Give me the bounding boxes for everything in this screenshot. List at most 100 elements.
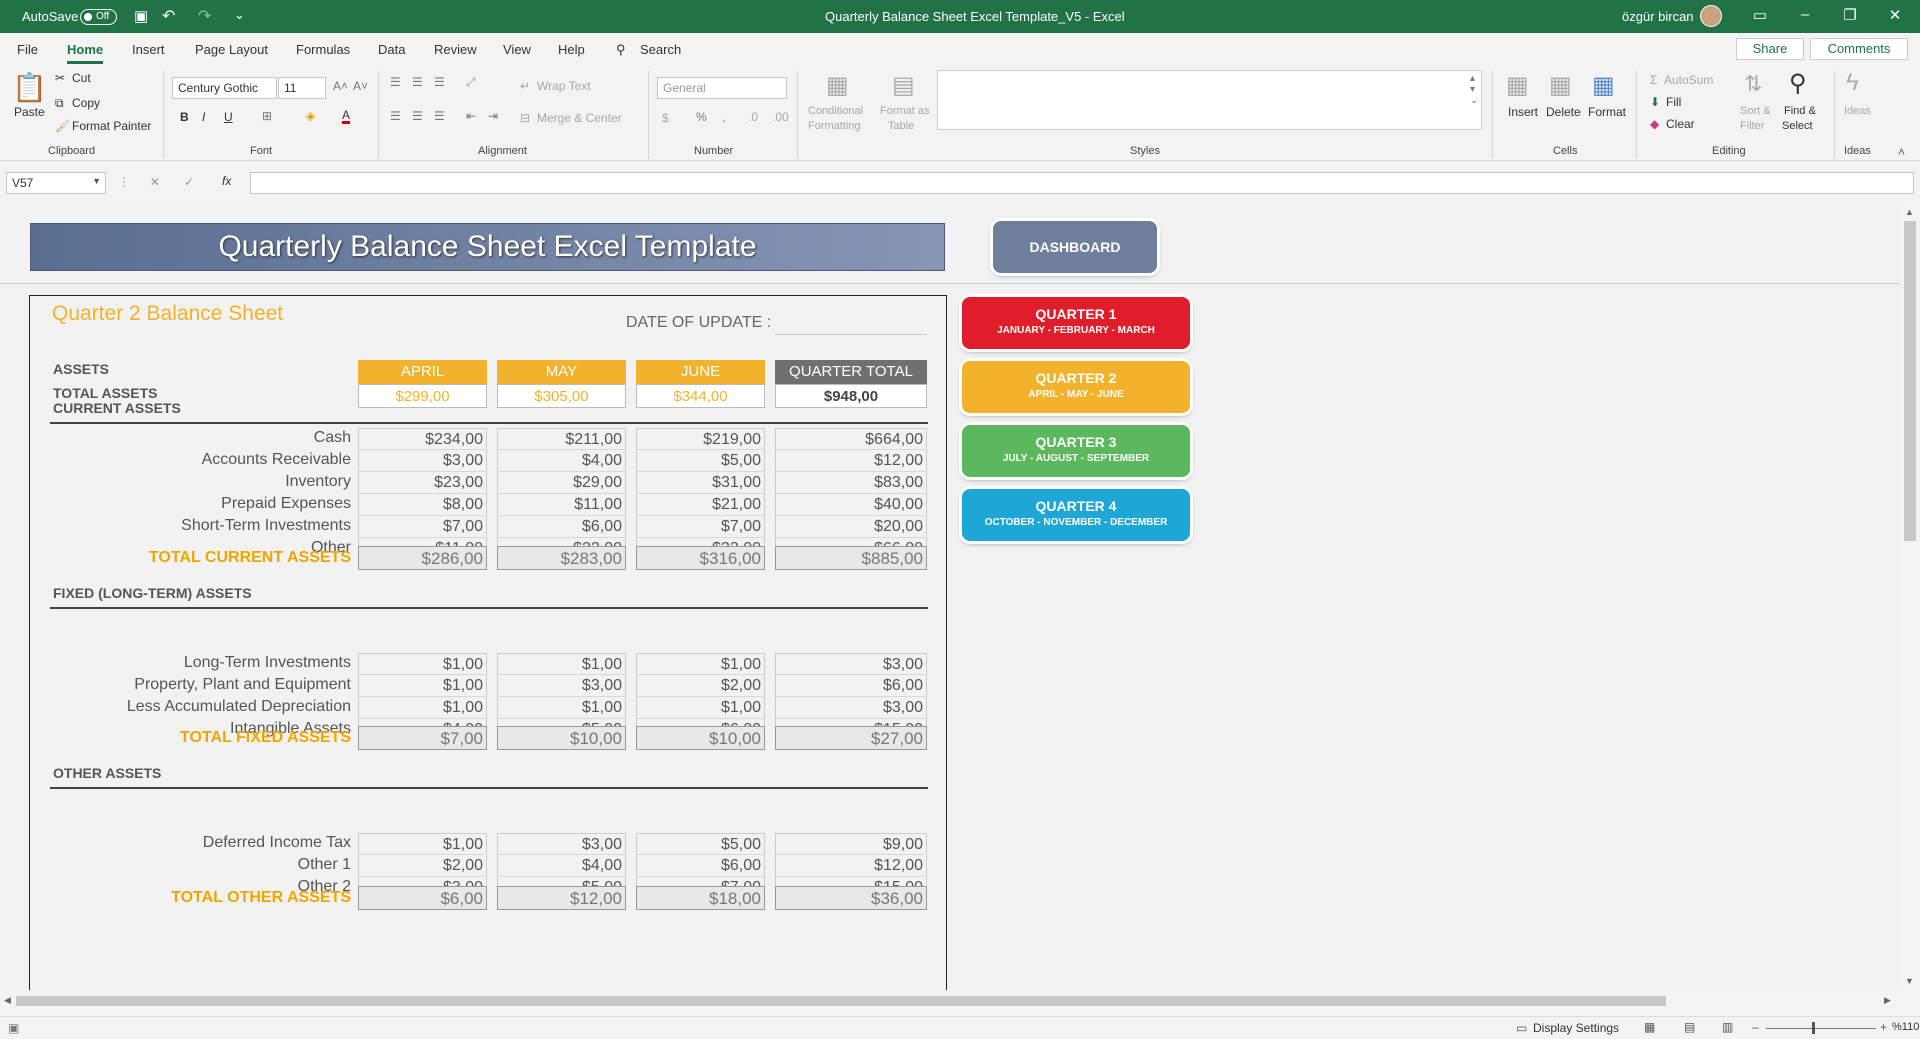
current-assets-cell[interactable]: $83,00 [775,472,927,494]
current-assets-cell[interactable]: $12,00 [775,450,927,472]
tab-data[interactable]: Data [378,42,405,57]
scroll-up-icon[interactable]: ▲ [1905,207,1914,217]
current-assets-cell[interactable]: $8,00 [358,494,487,516]
minimize-icon[interactable]: – [1790,6,1820,23]
tab-page-layout[interactable]: Page Layout [195,42,268,57]
current-assets-cell[interactable]: $4,00 [497,450,626,472]
sort-filter-label-2[interactable]: Filter [1740,120,1764,132]
dashboard-button[interactable]: DASHBOARD [993,221,1157,273]
fixed-assets-cell[interactable]: $3,00 [775,653,927,675]
quarter-2-button[interactable]: QUARTER 2 APRIL - MAY - JUNE [962,361,1190,413]
scroll-right-icon[interactable]: ▶ [1884,995,1891,1006]
align-right-icon[interactable]: ☰ [434,109,445,123]
align-top-icon[interactable]: ☰ [390,75,401,89]
merge-icon[interactable]: ⊟ [520,111,530,125]
cancel-formula-icon[interactable]: ✕ [150,175,160,189]
format-painter-icon[interactable]: 🖌 [55,119,70,133]
vertical-scroll-thumb[interactable] [1904,221,1916,541]
delete-cells-icon[interactable]: ▦ [1549,71,1572,100]
currency-icon[interactable]: $ [662,111,669,125]
other-assets-cell[interactable]: $5,00 [636,833,765,855]
font-name-select[interactable]: Century Gothic [172,77,277,99]
align-bottom-icon[interactable]: ☰ [434,75,445,89]
fixed-assets-total-cell[interactable]: $27,00 [775,726,927,750]
avatar[interactable] [1700,5,1722,27]
underline-icon[interactable]: U [224,110,233,124]
align-left-icon[interactable]: ☰ [390,109,401,123]
other-assets-cell[interactable]: $1,00 [358,833,487,855]
redo-icon[interactable]: ↷ [198,6,211,26]
zoom-level[interactable]: %110 [1892,1021,1919,1033]
formula-bar-menu-icon[interactable]: ⋮ [118,175,130,189]
comments-button[interactable]: Comments [1810,38,1908,60]
total-assets-may[interactable]: $305,00 [497,384,626,408]
other-assets-cell[interactable]: $3,00 [497,833,626,855]
cut-button[interactable]: Cut [72,71,91,85]
fill-color-icon[interactable]: ◈ [306,109,315,123]
wrap-text-icon[interactable]: ↵ [520,79,530,93]
sort-filter-label[interactable]: Sort & [1740,105,1771,117]
name-box[interactable]: V57 ▼ [6,172,106,194]
quarter-4-button[interactable]: QUARTER 4 OCTOBER - NOVEMBER - DECEMBER [962,489,1190,541]
fill-button[interactable]: Fill [1666,95,1681,109]
fixed-assets-cell[interactable]: $3,00 [497,675,626,697]
vertical-scrollbar[interactable]: ▲ ▼ [1900,205,1920,990]
customize-qat-icon[interactable]: ⌄ [234,7,245,23]
tab-insert[interactable]: Insert [132,42,165,57]
borders-icon[interactable]: ⊞ [262,109,272,123]
conditional-formatting-label-2[interactable]: Formatting [808,120,861,132]
bold-icon[interactable]: B [180,110,189,124]
delete-cells-button[interactable]: Delete [1546,105,1581,119]
italic-icon[interactable]: I [202,110,205,124]
quarter-3-button[interactable]: QUARTER 3 JULY - AUGUST - SEPTEMBER [962,425,1190,477]
sort-filter-icon[interactable]: ⇅ [1744,71,1762,97]
total-assets-quarter[interactable]: $948,00 [775,384,927,408]
cut-icon[interactable]: ✂ [55,71,65,85]
current-assets-cell[interactable]: $20,00 [775,516,927,538]
fixed-assets-total-cell[interactable]: $10,00 [497,726,626,750]
other-assets-cell[interactable]: $9,00 [775,833,927,855]
format-as-table-label-2[interactable]: Table [888,120,914,132]
worksheet[interactable]: Quarterly Balance Sheet Excel Template D… [0,205,1900,990]
normal-view-icon[interactable]: ▦ [1644,1020,1655,1034]
decrease-decimal-icon[interactable]: .00 [772,110,789,124]
name-box-dropdown-icon[interactable]: ▼ [92,176,101,186]
search-icon[interactable]: ⚲ [616,42,626,58]
format-painter-button[interactable]: Format Painter [72,119,151,133]
fixed-assets-cell[interactable]: $1,00 [358,675,487,697]
format-cells-icon[interactable]: ▦ [1592,71,1615,100]
current-assets-cell[interactable]: $6,00 [497,516,626,538]
fixed-assets-total-cell[interactable]: $7,00 [358,726,487,750]
orientation-icon[interactable]: ⤢ [466,75,476,90]
find-select-label-2[interactable]: Select [1782,120,1813,132]
conditional-formatting-label[interactable]: Conditional [808,105,863,117]
copy-icon[interactable]: ⧉ [55,96,64,111]
comma-icon[interactable]: , [722,110,725,124]
ideas-button[interactable]: Ideas [1844,105,1871,117]
current-assets-cell[interactable]: $234,00 [358,428,487,450]
current-assets-cell[interactable]: $7,00 [636,516,765,538]
font-color-icon[interactable]: A [342,109,351,124]
increase-indent-icon[interactable]: ⇥ [488,109,498,123]
conditional-formatting-icon[interactable]: ▦ [826,71,849,100]
total-assets-june[interactable]: $344,00 [636,384,765,408]
current-assets-total-cell[interactable]: $316,00 [636,546,765,570]
current-assets-cell[interactable]: $21,00 [636,494,765,516]
scroll-left-icon[interactable]: ◀ [4,995,11,1006]
page-layout-view-icon[interactable]: ▤ [1684,1020,1695,1034]
copy-button[interactable]: Copy [72,96,100,110]
date-of-update-field[interactable] [775,334,927,335]
current-assets-cell[interactable]: $664,00 [775,428,927,450]
tab-help[interactable]: Help [558,42,585,57]
display-settings-button[interactable]: Display Settings [1533,1021,1619,1035]
insert-cells-button[interactable]: Insert [1508,105,1538,119]
macro-record-icon[interactable]: ▣ [8,1021,19,1035]
save-icon[interactable]: ▣ [134,7,148,25]
enter-formula-icon[interactable]: ✓ [184,175,194,189]
increase-decimal-icon[interactable]: .0 [748,110,758,124]
fixed-assets-cell[interactable]: $1,00 [636,697,765,719]
fixed-assets-cell[interactable]: $1,00 [497,653,626,675]
fixed-assets-cell[interactable]: $6,00 [775,675,927,697]
clear-button[interactable]: Clear [1666,117,1695,131]
decrease-font-icon[interactable]: A˅ [353,79,368,93]
